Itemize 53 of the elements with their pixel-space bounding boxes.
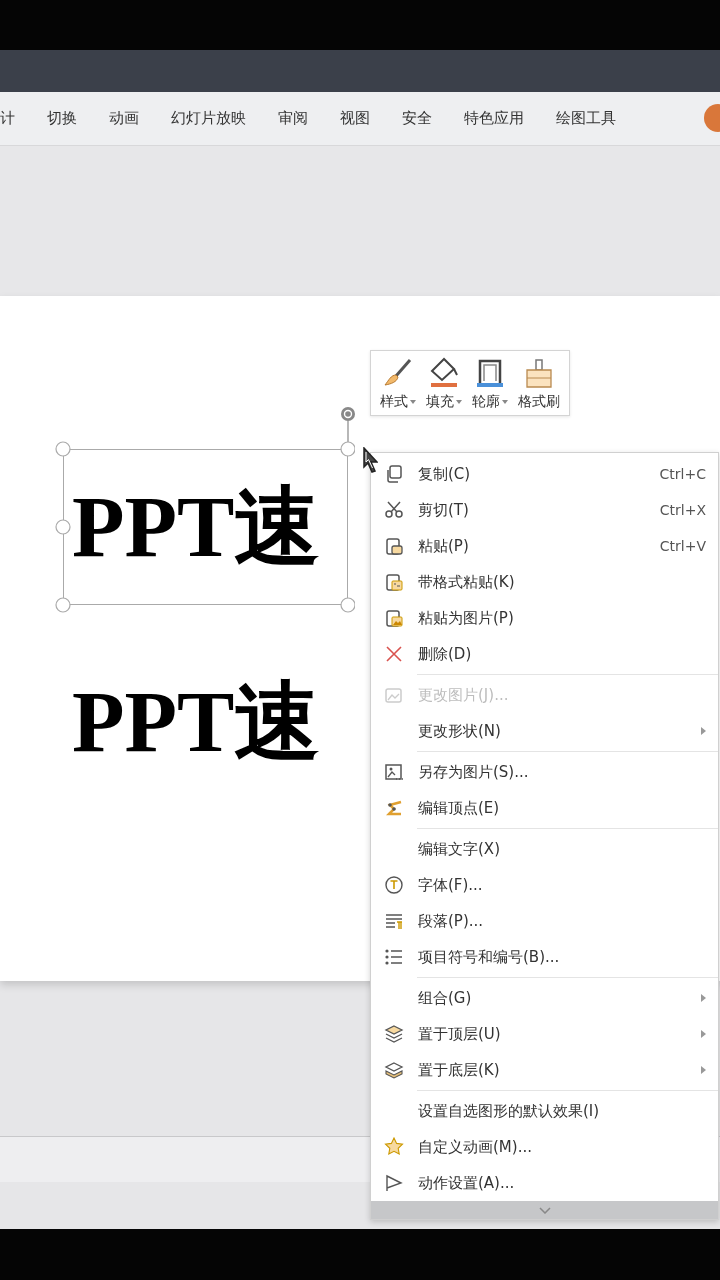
picture-icon bbox=[384, 685, 404, 705]
ribbon-tab[interactable]: 切换 bbox=[31, 109, 93, 128]
chevron-down-icon bbox=[538, 1206, 551, 1214]
ribbon-tab[interactable]: 审阅 bbox=[262, 109, 324, 128]
menu-item[interactable]: 段落(P)... bbox=[371, 903, 718, 939]
ribbon-tab[interactable]: 绘图工具 bbox=[540, 109, 632, 128]
layers-icon bbox=[384, 1060, 404, 1080]
scissors-icon bbox=[384, 500, 404, 520]
list-icon bbox=[384, 947, 404, 967]
menu-item[interactable]: 设置自选图形的默认效果(I) bbox=[371, 1093, 718, 1129]
paragraph-icon bbox=[384, 911, 404, 931]
menu-item[interactable]: 更改形状(N) bbox=[371, 713, 718, 749]
menu-item[interactable]: 粘贴为图片(P) bbox=[371, 600, 718, 636]
layers-icon bbox=[384, 1024, 404, 1044]
menu-item[interactable]: 编辑顶点(E) bbox=[371, 790, 718, 826]
font-icon bbox=[384, 875, 404, 895]
clipboard-icon bbox=[384, 536, 404, 556]
toolbar-button[interactable]: 轮廓 bbox=[469, 357, 511, 411]
menu-item[interactable]: 带格式粘贴(K) bbox=[371, 564, 718, 600]
menu-item[interactable]: 剪切(T) Ctrl+X bbox=[371, 492, 718, 528]
menu-item[interactable]: 删除(D) bbox=[371, 636, 718, 672]
toolbar-button[interactable]: 样式 bbox=[377, 357, 419, 411]
ribbon-tab[interactable]: 视图 bbox=[324, 109, 386, 128]
ribbon-tab[interactable]: 动画 bbox=[93, 109, 155, 128]
menu-item[interactable]: 编辑文字(X) bbox=[371, 831, 718, 867]
ribbon-tab[interactable]: 幻灯片放映 bbox=[155, 109, 262, 128]
text-box[interactable]: PPT速 bbox=[63, 449, 348, 605]
toolbar-button[interactable]: 填充 bbox=[423, 357, 465, 411]
menu-item[interactable]: 字体(F)... bbox=[371, 867, 718, 903]
menu-item[interactable]: 项目符号和编号(B)... bbox=[371, 939, 718, 975]
menu-item[interactable]: 置于顶层(U) bbox=[371, 1016, 718, 1052]
menu-item[interactable]: 动作设置(A)... bbox=[371, 1165, 718, 1201]
menu-item[interactable]: 自定义动画(M)... bbox=[371, 1129, 718, 1165]
toolbar-button[interactable]: 格式刷 bbox=[515, 357, 563, 411]
ribbon-tab[interactable]: 特色应用 bbox=[448, 109, 540, 128]
menu-item[interactable]: 粘贴(P) Ctrl+V bbox=[371, 528, 718, 564]
picture-icon bbox=[384, 762, 404, 782]
delete-icon bbox=[384, 644, 404, 664]
slide-text: PPT速 bbox=[72, 484, 321, 570]
clipboard-picture-icon bbox=[384, 608, 404, 628]
edit-points-icon bbox=[384, 798, 404, 818]
menu-item[interactable]: 组合(G) bbox=[371, 980, 718, 1016]
text-box[interactable]: PPT速 bbox=[63, 644, 348, 800]
flag-icon bbox=[384, 1173, 404, 1193]
menu-item[interactable]: 置于底层(K) bbox=[371, 1052, 718, 1088]
slide-text: PPT速 bbox=[72, 679, 321, 765]
ribbon-tab[interactable]: 安全 bbox=[386, 109, 448, 128]
clipboard-icon bbox=[384, 572, 404, 592]
ribbon-tab[interactable]: 计 bbox=[0, 109, 31, 128]
menu-item[interactable]: 另存为图片(S)... bbox=[371, 754, 718, 790]
selection-handles[interactable] bbox=[55, 404, 355, 614]
star-icon bbox=[384, 1137, 404, 1157]
copy-icon bbox=[384, 464, 404, 484]
